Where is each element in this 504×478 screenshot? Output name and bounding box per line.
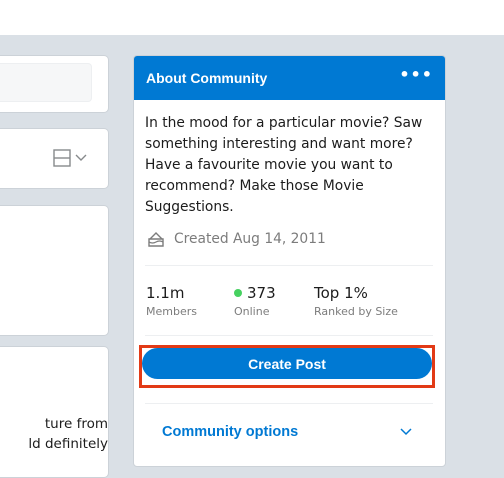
stat-value: 1.1m: [146, 284, 185, 302]
more-options-icon[interactable]: •••: [399, 67, 433, 86]
post-preview-text: ture from ld definitely: [0, 414, 108, 454]
stat-value: 373: [247, 284, 276, 302]
post-card[interactable]: [0, 205, 109, 336]
divider: [145, 265, 433, 266]
post-text-line: ld definitely: [28, 436, 108, 452]
created-date: Created Aug 14, 2011: [146, 229, 326, 249]
stat-online: 373 Online: [234, 284, 276, 318]
create-post-input[interactable]: [0, 63, 92, 102]
post-card[interactable]: [0, 346, 109, 478]
stat-label: Ranked by Size: [314, 305, 398, 318]
stat-value: Top 1%: [314, 284, 368, 302]
community-description: In the mood for a particular movie? Saw …: [145, 115, 423, 215]
stat-rank: Top 1% Ranked by Size: [314, 284, 398, 318]
divider: [145, 335, 433, 336]
online-dot-icon: [234, 289, 242, 297]
about-title: About Community: [146, 70, 268, 86]
post-text-line: ture from: [44, 416, 108, 432]
community-options-toggle[interactable]: Community options: [162, 424, 412, 440]
cake-icon: [148, 232, 164, 247]
create-post-button[interactable]: Create Post: [142, 348, 432, 379]
community-options-label: Community options: [162, 424, 299, 440]
layout-switcher[interactable]: [53, 149, 87, 167]
stat-label: Online: [234, 305, 270, 318]
created-text: Created Aug 14, 2011: [174, 231, 326, 247]
chevron-down-icon: [400, 428, 412, 436]
divider: [145, 403, 433, 404]
stat-label: Members: [146, 305, 197, 318]
about-community-card: About Community ••• In the mood for a pa…: [133, 55, 446, 467]
chevron-down-icon: [75, 154, 87, 161]
card-layout-icon: [53, 149, 71, 167]
about-header: About Community •••: [134, 56, 445, 100]
stat-members: 1.1m Members: [146, 284, 197, 318]
top-header-bar: [0, 0, 504, 35]
